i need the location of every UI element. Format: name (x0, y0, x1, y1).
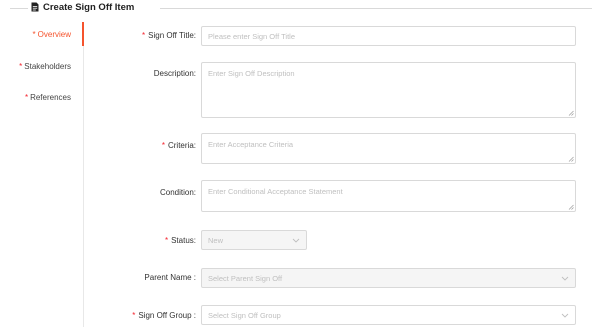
placeholder-text: Select Parent Sign Off (208, 273, 283, 283)
sidebar-item-label: Overview (37, 30, 71, 39)
page-title: Create Sign Off Item (31, 0, 134, 14)
chevron-down-icon (292, 238, 300, 243)
header-divider-left (10, 8, 28, 9)
placeholder-text: Enter Acceptance Criteria (208, 140, 294, 149)
parent-name-label: Parent Name : (144, 273, 196, 282)
label-text: Parent Name : (144, 273, 196, 282)
status-label: * Status: (165, 236, 196, 245)
placeholder-text: Enter Sign Off Description (208, 69, 295, 78)
sidebar-item-overview[interactable]: * Overview (33, 30, 71, 39)
description-textarea[interactable]: Enter Sign Off Description (201, 62, 576, 118)
sidebar-item-references[interactable]: * References (25, 93, 71, 102)
label-text: Criteria: (167, 141, 196, 150)
label-text: Sign Off Title: (148, 31, 196, 40)
sidebar-item-label: References (30, 93, 71, 102)
document-icon (31, 2, 39, 12)
sign-off-group-select[interactable]: Select Sign Off Group (201, 305, 576, 325)
placeholder-text: Select Sign Off Group (208, 310, 281, 320)
condition-textarea[interactable]: Enter Conditional Acceptance Statement (201, 180, 576, 212)
label-text: Status: (171, 236, 196, 245)
status-select[interactable]: New (201, 230, 307, 250)
criteria-textarea[interactable]: Enter Acceptance Criteria (201, 133, 576, 164)
required-marker: * (32, 30, 36, 39)
required-marker: * (24, 93, 29, 102)
required-marker: * (161, 141, 165, 150)
sign-off-title-label: * Sign Off Title: (142, 31, 196, 40)
resize-handle-icon[interactable] (568, 110, 574, 116)
resize-handle-icon[interactable] (568, 156, 574, 162)
placeholder-text: Please enter Sign Off Title (208, 31, 295, 41)
chevron-down-icon (561, 276, 569, 281)
selected-value: New (208, 235, 224, 245)
required-marker: * (19, 62, 23, 71)
section-header: Create Sign Off Item (0, 0, 602, 14)
sidebar: * Overview * Stakeholders * References (0, 22, 84, 327)
label-text: Sign Off Group : (138, 311, 196, 320)
condition-label: Condition: (160, 188, 196, 197)
resize-handle-icon[interactable] (568, 204, 574, 210)
sidebar-item-stakeholders[interactable]: * Stakeholders (19, 62, 71, 71)
parent-name-select[interactable]: Select Parent Sign Off (201, 268, 576, 288)
active-indicator (82, 22, 84, 46)
sidebar-item-label: Stakeholders (24, 62, 71, 71)
required-marker: * (132, 311, 136, 320)
page-title-text: Create Sign Off Item (43, 1, 135, 13)
header-divider-right (160, 8, 592, 9)
required-marker: * (164, 236, 169, 245)
label-text: Description: (153, 69, 196, 78)
description-label: Description: (154, 69, 196, 78)
required-marker: * (142, 31, 146, 40)
chevron-down-icon (561, 313, 569, 318)
sign-off-group-label: * Sign Off Group : (132, 311, 196, 320)
placeholder-text: Enter Conditional Acceptance Statement (208, 187, 343, 196)
label-text: Condition: (159, 188, 196, 197)
criteria-label: * Criteria: (162, 141, 196, 150)
sign-off-title-input[interactable]: Please enter Sign Off Title (201, 26, 576, 46)
